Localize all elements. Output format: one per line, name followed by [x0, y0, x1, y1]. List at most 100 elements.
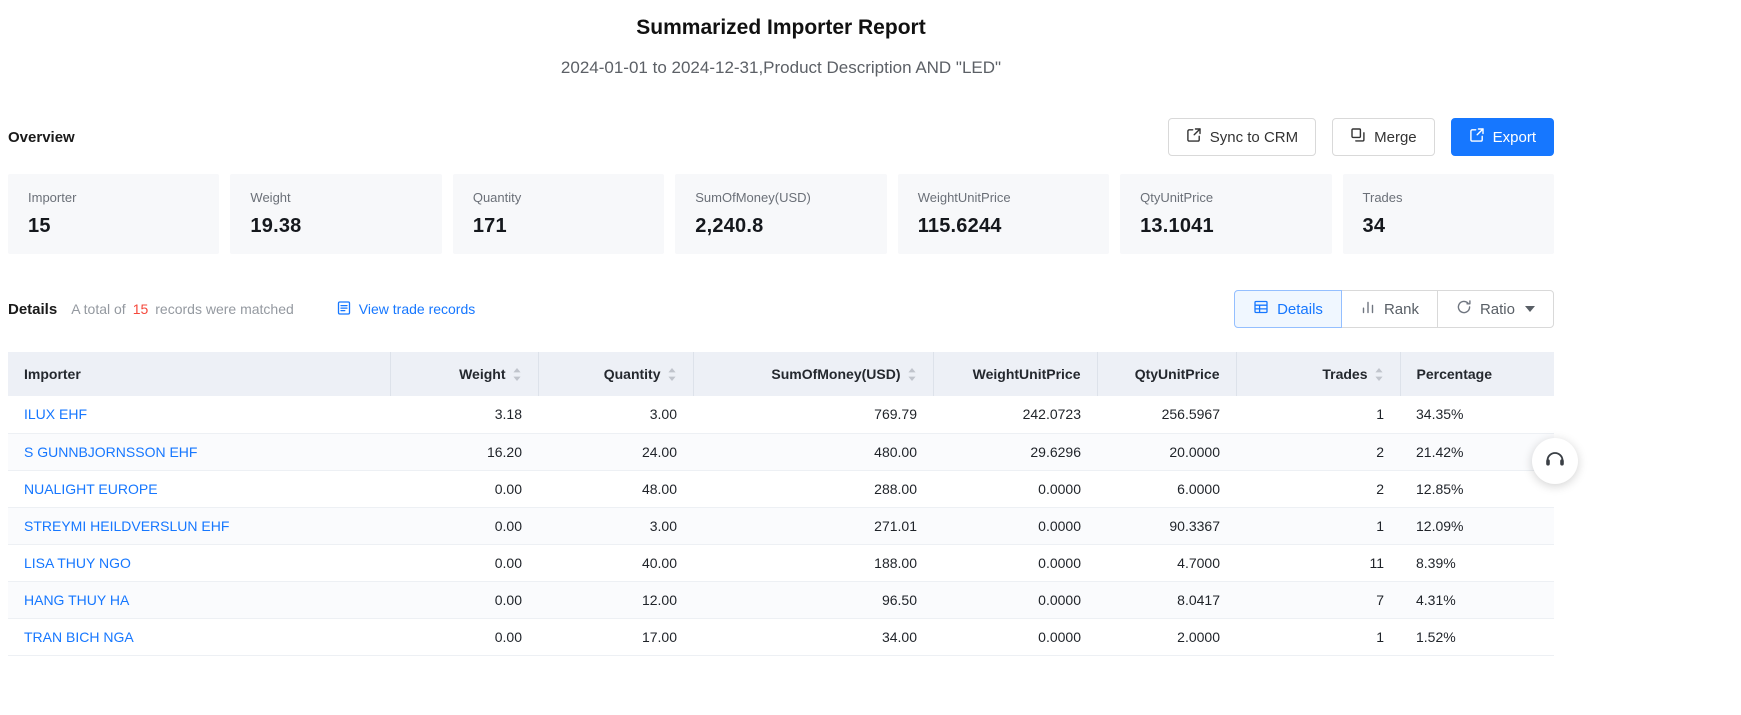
details-summary: Details A total of 15 records were match…: [8, 300, 475, 319]
ratio-icon: [1456, 299, 1472, 319]
importer-cell: TRAN BICH NGA: [8, 618, 390, 655]
value-cell: 3.00: [538, 507, 693, 544]
merge-label: Merge: [1374, 129, 1417, 146]
sync-to-crm-label: Sync to CRM: [1210, 129, 1298, 146]
table-row: LISA THUY NGO0.0040.00188.000.00004.7000…: [8, 544, 1554, 581]
value-cell: 11: [1236, 544, 1400, 581]
report-content: Summarized Importer Report 2024-01-01 to…: [8, 0, 1554, 656]
page-title: Summarized Importer Report: [8, 16, 1554, 40]
value-cell: 769.79: [693, 396, 933, 433]
importer-link[interactable]: ILUX EHF: [24, 406, 87, 422]
value-cell: 48.00: [538, 470, 693, 507]
importer-table-body: ILUX EHF3.183.00769.79242.0723256.596713…: [8, 396, 1554, 655]
percentage-cell: 21.42%: [1400, 433, 1554, 470]
value-cell: 17.00: [538, 618, 693, 655]
value-cell: 480.00: [693, 433, 933, 470]
value-cell: 0.0000: [933, 507, 1097, 544]
page-subtitle: 2024-01-01 to 2024-12-31,Product Descrip…: [8, 58, 1554, 78]
importer-link[interactable]: LISA THUY NGO: [24, 555, 131, 571]
stat-label: WeightUnitPrice: [918, 190, 1089, 205]
column-header-qty-unit-price: QtyUnitPrice: [1097, 352, 1236, 396]
value-cell: 20.0000: [1097, 433, 1236, 470]
column-label: Percentage: [1417, 366, 1492, 382]
table-row: S GUNNBJORNSSON EHF16.2024.00480.0029.62…: [8, 433, 1554, 470]
stat-label: SumOfMoney(USD): [695, 190, 866, 205]
tab-details[interactable]: Details: [1234, 290, 1342, 328]
table-row: HANG THUY HA0.0012.0096.500.00008.041774…: [8, 581, 1554, 618]
stat-label: QtyUnitPrice: [1140, 190, 1311, 205]
sort-icon[interactable]: [907, 367, 917, 382]
customer-service-button[interactable]: [1532, 438, 1578, 484]
export-icon: [1469, 127, 1485, 147]
value-cell: 0.0000: [933, 581, 1097, 618]
value-cell: 242.0723: [933, 396, 1097, 433]
stat-cards: Importer 15 Weight 19.38 Quantity 171 Su…: [8, 174, 1554, 254]
chevron-down-icon: [1525, 306, 1535, 312]
sort-icon[interactable]: [667, 367, 677, 382]
value-cell: 271.01: [693, 507, 933, 544]
value-cell: 16.20: [390, 433, 538, 470]
value-cell: 1: [1236, 507, 1400, 544]
matched-prefix: A total of: [71, 301, 125, 317]
importer-link[interactable]: NUALIGHT EUROPE: [24, 481, 158, 497]
export-button[interactable]: Export: [1451, 118, 1554, 156]
sort-icon[interactable]: [1374, 367, 1384, 382]
value-cell: 1: [1236, 618, 1400, 655]
summarized-importer-report-page: Summarized Importer Report 2024-01-01 to…: [0, 0, 1741, 715]
value-cell: 0.00: [390, 618, 538, 655]
merge-button[interactable]: Merge: [1332, 118, 1435, 156]
stat-card-sum-of-money: SumOfMoney(USD) 2,240.8: [675, 174, 886, 254]
importer-link[interactable]: STREYMI HEILDVERSLUN EHF: [24, 518, 229, 534]
percentage-cell: 1.52%: [1400, 618, 1554, 655]
value-cell: 34.00: [693, 618, 933, 655]
value-cell: 12.00: [538, 581, 693, 618]
tab-rank[interactable]: Rank: [1341, 290, 1438, 328]
importer-link[interactable]: S GUNNBJORNSSON EHF: [24, 444, 197, 460]
view-toggle: Details Rank Ratio: [1234, 290, 1554, 328]
table-row: ILUX EHF3.183.00769.79242.0723256.596713…: [8, 396, 1554, 433]
tab-ratio[interactable]: Ratio: [1437, 290, 1554, 328]
column-label: Importer: [24, 366, 81, 382]
value-cell: 40.00: [538, 544, 693, 581]
table-header: Importer Weight Quantity SumOfMoney(USD)…: [8, 352, 1554, 396]
stat-label: Quantity: [473, 190, 644, 205]
value-cell: 7: [1236, 581, 1400, 618]
importer-cell: LISA THUY NGO: [8, 544, 390, 581]
stat-value: 19.38: [250, 215, 421, 238]
stat-card-qty-unit-price: QtyUnitPrice 13.1041: [1120, 174, 1331, 254]
column-header-sum-of-money[interactable]: SumOfMoney(USD): [693, 352, 933, 396]
rank-icon: [1360, 299, 1376, 319]
percentage-cell: 12.85%: [1400, 470, 1554, 507]
details-heading: Details: [8, 301, 57, 318]
tab-rank-label: Rank: [1384, 301, 1419, 318]
stat-label: Trades: [1363, 190, 1534, 205]
view-trade-records-link[interactable]: View trade records: [336, 300, 475, 319]
column-label: Weight: [459, 366, 505, 382]
table-row: NUALIGHT EUROPE0.0048.00288.000.00006.00…: [8, 470, 1554, 507]
importer-link[interactable]: TRAN BICH NGA: [24, 629, 134, 645]
percentage-cell: 8.39%: [1400, 544, 1554, 581]
sort-icon[interactable]: [512, 367, 522, 382]
sync-icon: [1186, 127, 1202, 147]
overview-bar: Overview Sync to CRM Merge: [8, 118, 1554, 156]
stat-value: 2,240.8: [695, 215, 866, 238]
column-header-weight[interactable]: Weight: [390, 352, 538, 396]
column-header-quantity[interactable]: Quantity: [538, 352, 693, 396]
importer-link[interactable]: HANG THUY HA: [24, 592, 129, 608]
overview-actions: Sync to CRM Merge Export: [1168, 118, 1554, 156]
sync-to-crm-button[interactable]: Sync to CRM: [1168, 118, 1316, 156]
value-cell: 2: [1236, 433, 1400, 470]
matched-count: 15: [133, 301, 149, 317]
headset-icon: [1543, 447, 1567, 476]
stat-value: 15: [28, 215, 199, 238]
overview-heading: Overview: [8, 129, 75, 146]
value-cell: 3.00: [538, 396, 693, 433]
column-header-trades[interactable]: Trades: [1236, 352, 1400, 396]
value-cell: 0.0000: [933, 544, 1097, 581]
stat-card-trades: Trades 34: [1343, 174, 1554, 254]
value-cell: 29.6296: [933, 433, 1097, 470]
value-cell: 0.0000: [933, 470, 1097, 507]
stat-value: 171: [473, 215, 644, 238]
stat-label: Weight: [250, 190, 421, 205]
table-view-icon: [1253, 299, 1269, 319]
